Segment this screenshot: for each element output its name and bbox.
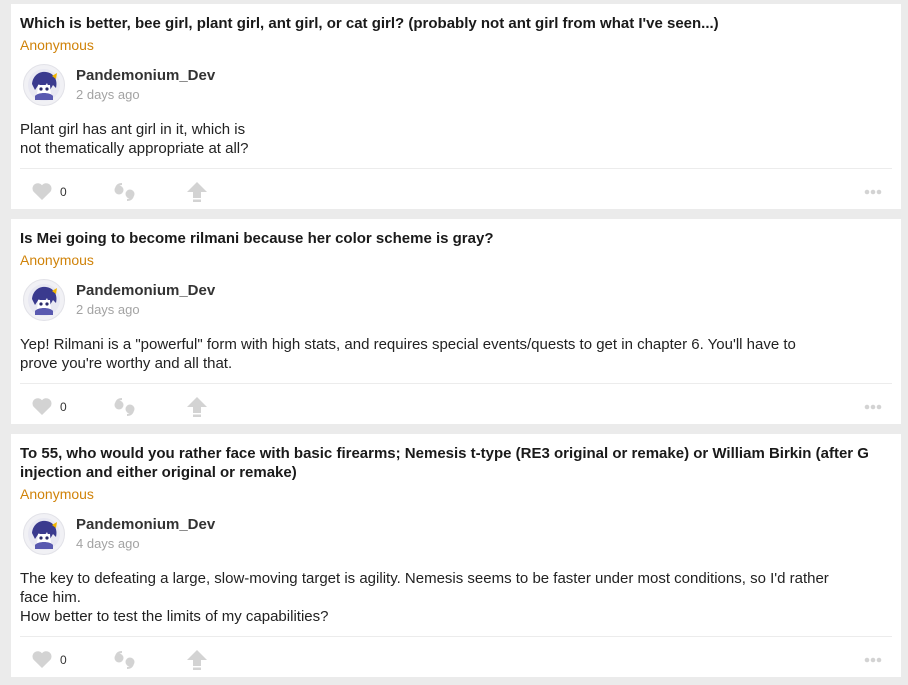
answer-timestamp: 2 days ago bbox=[76, 301, 140, 317]
answerer-block: Pandemonium_Dev 4 days ago bbox=[20, 512, 892, 556]
answer-timestamp: 2 days ago bbox=[76, 86, 140, 102]
arrow-up-icon bbox=[187, 181, 207, 202]
question-title[interactable]: Which is better, bee girl, plant girl, a… bbox=[20, 4, 892, 33]
like-button[interactable]: 0 bbox=[31, 637, 67, 682]
post-card: Is Mei going to become rilmani because h… bbox=[11, 219, 901, 424]
answer-text: Yep! Rilmani is a "powerful" form with h… bbox=[20, 335, 892, 373]
action-bar: 0 bbox=[20, 384, 892, 429]
more-dots-icon bbox=[864, 404, 882, 409]
arrow-up-icon bbox=[187, 649, 207, 670]
more-options-button[interactable] bbox=[864, 169, 882, 214]
action-bar: 0 bbox=[20, 169, 892, 214]
quote-icon bbox=[114, 182, 135, 201]
question-title[interactable]: To 55, who would you rather face with ba… bbox=[20, 434, 892, 482]
more-options-button[interactable] bbox=[864, 637, 882, 682]
answerer-name[interactable]: Pandemonium_Dev bbox=[76, 67, 215, 85]
answer-line: How better to test the limits of my capa… bbox=[20, 608, 329, 625]
answerer-block: Pandemonium_Dev 2 days ago bbox=[20, 63, 892, 107]
action-bar: 0 bbox=[20, 637, 892, 682]
answer-line: Plant girl has ant girl in it, which is bbox=[20, 121, 246, 138]
quote-icon bbox=[114, 650, 135, 669]
answer-timestamp: 4 days ago bbox=[76, 535, 140, 551]
quote-icon bbox=[114, 397, 135, 416]
answer-line: The key to defeating a large, slow-movin… bbox=[20, 570, 829, 587]
like-count: 0 bbox=[60, 184, 67, 199]
asker-name: Anonymous bbox=[20, 37, 94, 53]
like-button[interactable]: 0 bbox=[31, 169, 67, 214]
answer-text: Plant girl has ant girl in it, which is … bbox=[20, 120, 892, 158]
post-card: Which is better, bee girl, plant girl, a… bbox=[11, 4, 901, 209]
asker-name: Anonymous bbox=[20, 252, 94, 268]
avatar[interactable] bbox=[23, 279, 65, 321]
more-dots-icon bbox=[864, 189, 882, 194]
answer-line: not thematically appropriate at all? bbox=[20, 140, 249, 157]
answer-line: face him. bbox=[20, 589, 81, 606]
answerer-meta: Pandemonium_Dev 2 days ago bbox=[76, 67, 215, 104]
asker-name: Anonymous bbox=[20, 486, 94, 502]
avatar-icon bbox=[28, 69, 60, 101]
feed: Which is better, bee girl, plant girl, a… bbox=[0, 0, 908, 685]
share-button[interactable] bbox=[186, 169, 208, 214]
heart-icon bbox=[32, 398, 52, 415]
quote-button[interactable] bbox=[113, 637, 137, 682]
like-count: 0 bbox=[60, 399, 67, 414]
share-button[interactable] bbox=[186, 384, 208, 429]
answerer-name[interactable]: Pandemonium_Dev bbox=[76, 516, 215, 534]
answerer-block: Pandemonium_Dev 2 days ago bbox=[20, 278, 892, 322]
answerer-meta: Pandemonium_Dev 2 days ago bbox=[76, 282, 215, 319]
question-title[interactable]: Is Mei going to become rilmani because h… bbox=[20, 219, 892, 248]
quote-button[interactable] bbox=[113, 169, 137, 214]
avatar[interactable] bbox=[23, 64, 65, 106]
heart-icon bbox=[32, 651, 52, 668]
answer-text: The key to defeating a large, slow-movin… bbox=[20, 569, 892, 626]
like-count: 0 bbox=[60, 652, 67, 667]
avatar-icon bbox=[28, 518, 60, 550]
post-card: To 55, who would you rather face with ba… bbox=[11, 434, 901, 677]
answer-line: Yep! Rilmani is a "powerful" form with h… bbox=[20, 336, 796, 353]
more-dots-icon bbox=[864, 657, 882, 662]
share-button[interactable] bbox=[186, 637, 208, 682]
answerer-name[interactable]: Pandemonium_Dev bbox=[76, 282, 215, 300]
avatar-icon bbox=[28, 284, 60, 316]
avatar[interactable] bbox=[23, 513, 65, 555]
answerer-meta: Pandemonium_Dev 4 days ago bbox=[76, 516, 215, 553]
heart-icon bbox=[32, 183, 52, 200]
quote-button[interactable] bbox=[113, 384, 137, 429]
like-button[interactable]: 0 bbox=[31, 384, 67, 429]
answer-line: prove you're worthy and all that. bbox=[20, 355, 233, 372]
more-options-button[interactable] bbox=[864, 384, 882, 429]
arrow-up-icon bbox=[187, 396, 207, 417]
